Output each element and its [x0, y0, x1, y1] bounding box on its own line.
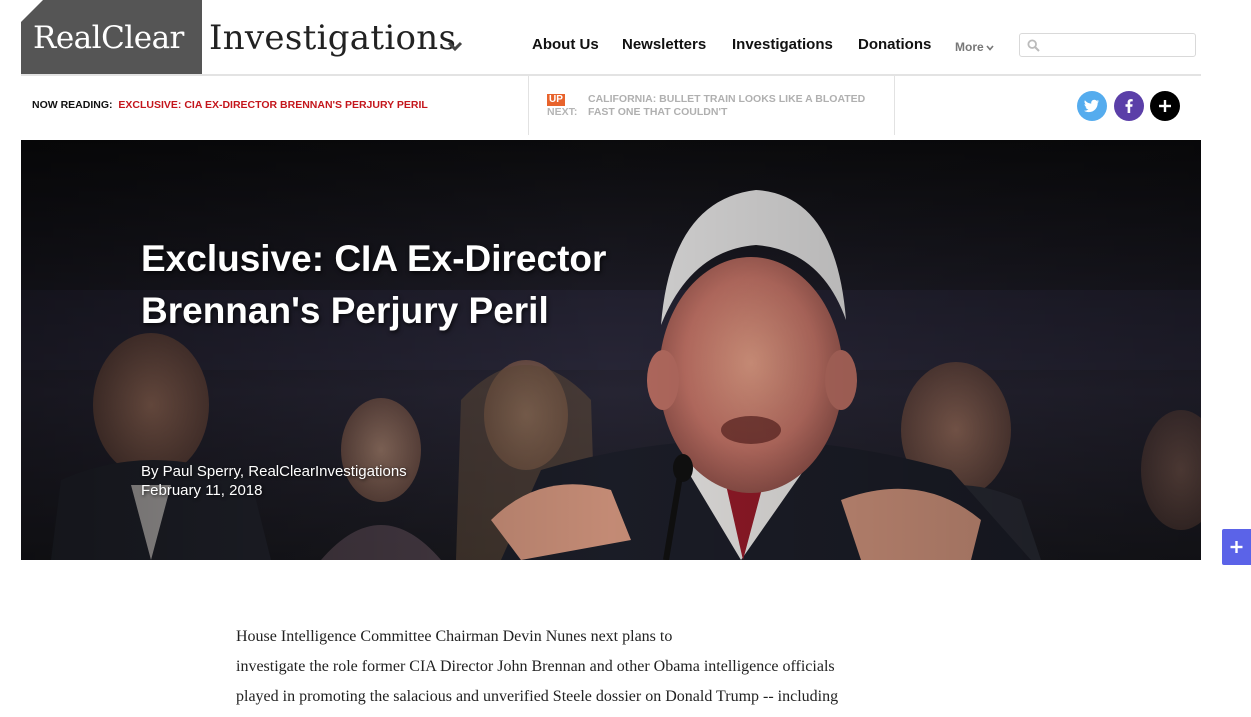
nav-donations[interactable]: Donations [858, 36, 931, 53]
article-byline: By Paul Sperry, RealClearInvestigations … [141, 462, 407, 500]
article-text-line: House Intelligence Committee Chairman De… [236, 628, 673, 645]
up-tag: UP [547, 94, 565, 106]
plus-icon [1230, 541, 1243, 553]
floating-share-button[interactable] [1222, 529, 1251, 565]
header-divider [21, 74, 1201, 76]
byline-date: February 11, 2018 [141, 482, 263, 499]
chevron-down-icon [986, 45, 994, 51]
byline-author[interactable]: By Paul Sperry, RealClearInvestigations [141, 462, 407, 481]
reading-bar-divider [528, 76, 529, 135]
now-reading-label: NOW READING: [32, 99, 113, 111]
nav-more-label: More [955, 40, 984, 54]
now-reading-title[interactable]: EXCLUSIVE: CIA EX-DIRECTOR BRENNAN'S PER… [118, 99, 427, 111]
more-share-button[interactable] [1150, 91, 1180, 121]
now-reading: NOW READING: EXCLUSIVE: CIA EX-DIRECTOR … [32, 99, 428, 111]
logo-primary-text: RealClear [33, 20, 184, 56]
nav-about-us[interactable]: About Us [532, 36, 599, 53]
article-body: House Intelligence Committee Chairman De… [236, 622, 976, 712]
facebook-share-button[interactable] [1114, 91, 1144, 121]
reading-bar-divider [894, 76, 895, 135]
nav-newsletters[interactable]: Newsletters [622, 36, 706, 53]
twitter-share-button[interactable] [1077, 91, 1107, 121]
search-input[interactable] [1046, 36, 1191, 54]
twitter-icon [1084, 99, 1099, 113]
logo-corner-notch [21, 0, 43, 22]
article-text-line: investigate the role former CIA Director… [236, 658, 835, 675]
logo-section-text[interactable]: Investigations [209, 18, 456, 58]
facebook-icon [1125, 99, 1133, 113]
search-icon[interactable] [1027, 39, 1040, 52]
nav-investigations[interactable]: Investigations [732, 36, 833, 53]
hero-banner: Exclusive: CIA Ex-Director Brennan's Per… [21, 140, 1201, 560]
article-title: Exclusive: CIA Ex-Director Brennan's Per… [141, 238, 607, 331]
nav-more-dropdown[interactable]: More [955, 40, 994, 54]
next-tag: NEXT: [547, 106, 578, 118]
search-box[interactable] [1019, 33, 1196, 57]
chevron-down-icon[interactable] [447, 38, 463, 54]
up-next-title[interactable]: CALIFORNIA: BULLET TRAIN LOOKS LIKE A BL… [588, 93, 893, 119]
plus-icon [1159, 100, 1171, 112]
article-text-line: played in promoting the salacious and un… [236, 688, 839, 705]
site-logo[interactable]: RealClear [21, 0, 202, 74]
up-next-label: UP NEXT: [547, 93, 577, 119]
